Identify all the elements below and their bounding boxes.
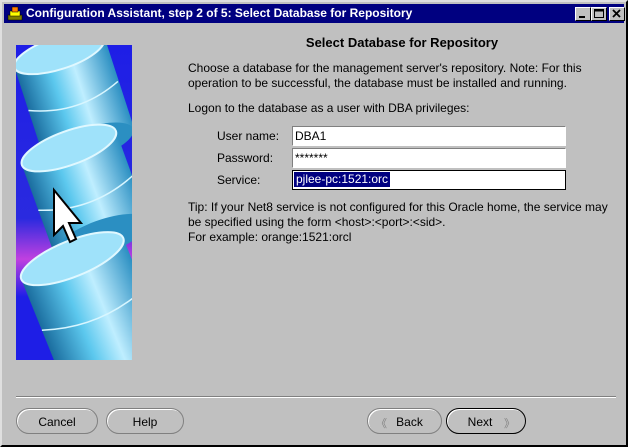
close-icon (612, 9, 621, 18)
service-input[interactable] (292, 170, 566, 190)
tip-text: Tip: If your Net8 service is not configu… (188, 200, 618, 245)
cancel-button[interactable]: Cancel (16, 408, 98, 434)
help-button[interactable]: Help (106, 408, 184, 434)
tip-line-2: For example: orange:1521:orcl (188, 230, 352, 244)
window-title: Configuration Assistant, step 2 of 5: Se… (26, 6, 413, 20)
maximize-icon (594, 9, 604, 18)
logon-note: Logon to the database as a user with DBA… (188, 101, 470, 115)
next-button[interactable]: Next 》 (446, 408, 526, 434)
tip-line-1: Tip: If your Net8 service is not configu… (188, 200, 608, 229)
page-title: Select Database for Repository (305, 35, 499, 50)
password-label: Password: (217, 151, 274, 165)
minimize-icon (579, 16, 585, 18)
next-arrow-icon: 》 (504, 418, 515, 430)
database-cylinders-image (16, 45, 132, 360)
back-button[interactable]: 《 Back (367, 408, 442, 434)
configuration-assistant-window: Configuration Assistant, step 2 of 5: Se… (0, 0, 628, 447)
intro-text: Choose a database for the management ser… (188, 61, 582, 90)
help-label: Help (132, 415, 158, 429)
oracle-app-icon (7, 6, 23, 21)
password-input[interactable] (292, 148, 566, 168)
button-divider (16, 396, 616, 398)
close-button[interactable] (609, 7, 625, 21)
username-label: User name: (217, 129, 280, 143)
minimize-button[interactable] (575, 7, 591, 21)
cancel-label: Cancel (38, 415, 76, 429)
database-illustration (16, 45, 132, 360)
service-label: Service: (217, 173, 261, 187)
maximize-button[interactable] (591, 7, 607, 21)
username-input[interactable] (292, 126, 566, 146)
back-label: Back (396, 415, 423, 429)
title-bar[interactable]: Configuration Assistant, step 2 of 5: Se… (4, 4, 625, 23)
